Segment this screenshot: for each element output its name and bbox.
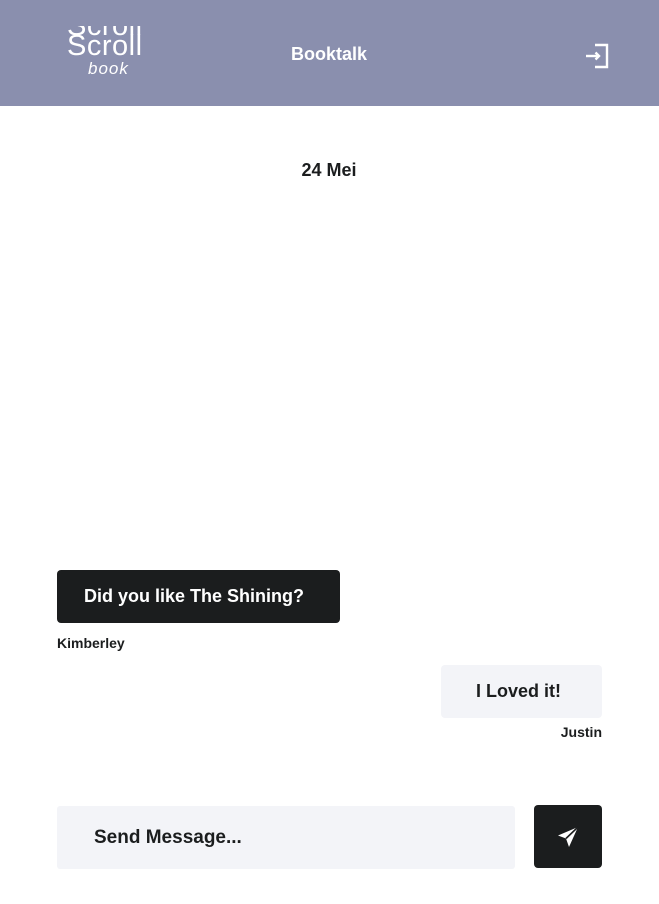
message-sender-name: Kimberley — [57, 635, 125, 651]
send-icon — [558, 826, 579, 847]
logout-icon — [586, 43, 609, 69]
logout-button[interactable] — [583, 41, 611, 69]
logo-wordmark-main: Scroll — [67, 30, 143, 62]
logo-wordmark: Scroll Scroll — [66, 26, 154, 62]
chat-date-separator: 24 Mei — [301, 160, 357, 180]
message-sender-name: Justin — [560, 724, 602, 740]
app-header: Scroll Scroll book Booktalk — [0, 0, 659, 106]
logo-book-text: book — [88, 59, 129, 78]
message-input[interactable] — [57, 806, 515, 869]
message-bubble-sent: I Loved it! — [441, 665, 602, 718]
send-button[interactable] — [534, 805, 602, 868]
page-title: Booktalk — [290, 44, 368, 64]
scrollbook-logo[interactable]: Scroll Scroll book — [66, 26, 154, 82]
message-bubble-received: Did you like The Shining? — [57, 570, 340, 623]
